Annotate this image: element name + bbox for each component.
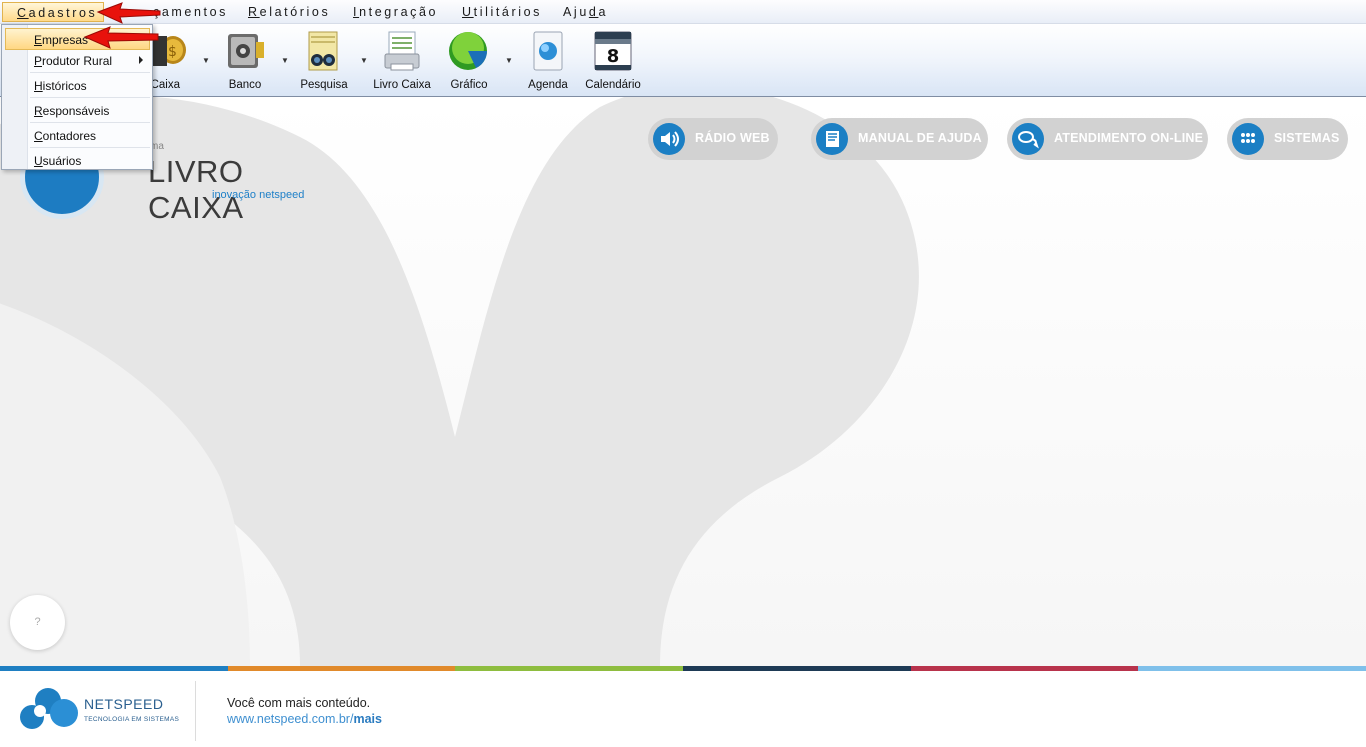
menu-separator bbox=[30, 147, 150, 148]
binoculars-icon bbox=[308, 31, 338, 71]
menu-ajuda[interactable]: Ajuda bbox=[563, 5, 608, 19]
netspeed-logo-icon bbox=[20, 688, 78, 729]
toolbar-grafico-label: Gráfico bbox=[450, 79, 488, 91]
menu-item-historicos[interactable]: Históricos bbox=[5, 74, 150, 96]
cadastros-dropdown-menu: Empresas Produtor Rural Históricos Respo… bbox=[1, 24, 153, 170]
footer-link[interactable]: www.netspeed.com.br/mais bbox=[227, 712, 382, 726]
calendar-icon: 8 bbox=[594, 31, 632, 71]
toolbar-pesquisa-button[interactable]: Pesquisa bbox=[288, 26, 360, 94]
usuarios-label-rest: suários bbox=[42, 154, 82, 168]
menu-separator bbox=[30, 122, 150, 123]
menu-separator bbox=[30, 97, 150, 98]
toolbar-livro-caixa-label: Livro Caixa bbox=[373, 79, 431, 91]
historicos-label-rest: istóricos bbox=[42, 79, 87, 93]
toolbar-livro-caixa-button[interactable]: Livro Caixa bbox=[366, 26, 438, 94]
toolbar-pesquisa-label: Pesquisa bbox=[300, 79, 348, 91]
footer-divider bbox=[195, 681, 196, 741]
help-chat-bubble[interactable]: ? bbox=[10, 595, 65, 650]
submenu-arrow-icon bbox=[139, 56, 143, 64]
safe-icon bbox=[228, 34, 264, 68]
book-icon bbox=[816, 123, 848, 155]
netspeed-tagline: TECNOLOGIA EM SISTEMAS bbox=[84, 716, 180, 723]
atendimento-on-line-label: ATENDIMENTO ON-LINE bbox=[1054, 131, 1204, 145]
responsaveis-label-rest: esponsáveis bbox=[42, 104, 110, 118]
menu-item-contadores[interactable]: Contadores bbox=[5, 124, 150, 146]
radio-web-label: RÁDIO WEB bbox=[695, 131, 770, 145]
pie-chart-icon bbox=[449, 32, 487, 70]
menu-item-responsaveis[interactable]: Responsáveis bbox=[5, 99, 150, 121]
menu-item-empresas[interactable]: Empresas bbox=[5, 28, 150, 50]
footer: NETSPEED TECNOLOGIA EM SISTEMAS Você com… bbox=[0, 671, 1366, 747]
toolbar-agenda-button[interactable]: Agenda bbox=[512, 26, 584, 94]
toolbar-banco-label: Banco bbox=[228, 79, 262, 91]
menu-item-produtor-rural[interactable]: Produtor Rural bbox=[5, 49, 150, 71]
toolbar-calendario-label: Calendário bbox=[585, 79, 641, 91]
grid-dots-icon bbox=[1232, 123, 1264, 155]
menu-bar: Cadastros çamentos Relatórios Integração… bbox=[0, 0, 1366, 24]
chat-icon bbox=[1012, 123, 1044, 155]
agenda-globe-icon bbox=[533, 31, 563, 71]
toolbar-banco-button[interactable]: Banco bbox=[209, 26, 281, 94]
sistemas-label: SISTEMAS bbox=[1274, 131, 1340, 145]
footer-slogan: Você com mais conteúdo. bbox=[227, 696, 371, 710]
main-canvas: ma LIVRO CAIXA inovação netspeed RÁDIO W… bbox=[0, 97, 1366, 666]
svg-text:$: $ bbox=[168, 44, 177, 60]
menu-integracao[interactable]: Integração bbox=[353, 5, 438, 19]
manual-de-ajuda-button[interactable]: MANUAL DE AJUDA bbox=[811, 118, 988, 160]
produtor-rural-label-rest: rodutor Rural bbox=[42, 54, 113, 68]
atendimento-on-line-button[interactable]: ATENDIMENTO ON-LINE bbox=[1007, 118, 1208, 160]
empresas-label-rest: mpresas bbox=[42, 33, 89, 47]
printer-icon bbox=[384, 31, 420, 71]
menu-lancamentos[interactable]: çamentos bbox=[153, 5, 228, 19]
logo-subtitle: inovação netspeed bbox=[212, 189, 305, 201]
calendar-day: 8 bbox=[607, 46, 620, 67]
menu-separator bbox=[30, 72, 150, 73]
menu-item-usuarios[interactable]: Usuários bbox=[5, 149, 150, 171]
radio-web-button[interactable]: RÁDIO WEB bbox=[648, 118, 778, 160]
toolbar-grafico-button[interactable]: Gráfico bbox=[433, 26, 505, 94]
menu-utilitarios[interactable]: Utilitários bbox=[462, 5, 542, 19]
speaker-icon bbox=[653, 123, 685, 155]
menu-relatorios[interactable]: Relatórios bbox=[248, 5, 330, 19]
toolbar-calendario-button[interactable]: 8 Calendário bbox=[577, 26, 649, 94]
manual-de-ajuda-label: MANUAL DE AJUDA bbox=[858, 131, 982, 145]
contadores-label-rest: ontadores bbox=[42, 129, 97, 143]
sistemas-button[interactable]: SISTEMAS bbox=[1227, 118, 1348, 160]
netspeed-name: NETSPEED bbox=[84, 696, 164, 712]
toolbar: $ Caixa ▼ Banco ▼ Pesquisa ▼ Livro Caixa… bbox=[0, 24, 1366, 97]
toolbar-agenda-label: Agenda bbox=[528, 79, 568, 91]
menu-cadastros[interactable]: Cadastros bbox=[2, 2, 104, 22]
